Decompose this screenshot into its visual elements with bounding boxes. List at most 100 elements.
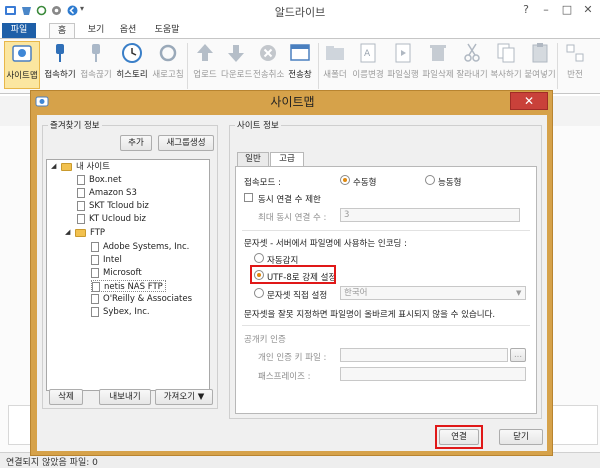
max-connections-input[interactable]: 3 [340, 208, 520, 222]
paste-button[interactable]: 붙여넣기 [524, 41, 556, 89]
public-key-section-label: 공개키 인증 [244, 335, 286, 345]
paste-button-label: 붙여넣기 [524, 70, 556, 80]
close-window-button[interactable]: ✕ [577, 2, 599, 18]
active-mode-label: 능동형 [438, 178, 462, 188]
tree-node-label: Sybex, Inc. [103, 307, 150, 317]
cut-button[interactable]: 잘라내기 [456, 41, 488, 89]
invert-selection-button-label: 반전 [567, 70, 583, 80]
tree-item-netis-nas-ftp[interactable]: netis NAS FTP [91, 280, 166, 292]
tree-item-intel[interactable]: Intel [91, 254, 122, 266]
tree-item-amazon-s3[interactable]: Amazon S3 [77, 187, 137, 199]
expand-toggle-icon[interactable]: ◢ [51, 162, 56, 170]
passive-mode-label: 수동형 [353, 178, 377, 188]
help-button[interactable]: ? [515, 2, 537, 18]
tree-node-label: Amazon S3 [89, 188, 137, 198]
copy-icon [497, 43, 515, 63]
close-dialog-button[interactable]: 닫기 [499, 429, 543, 445]
sitemap-icon [12, 45, 32, 62]
copy-button[interactable]: 복사하기 [490, 41, 522, 89]
auto-detect-radio[interactable] [254, 253, 264, 263]
site-icon [77, 200, 85, 211]
export-button[interactable]: 내보내기 [99, 389, 151, 405]
active-mode-radio[interactable] [425, 175, 435, 185]
dialog-title: 사이트맵 [270, 95, 315, 109]
delete-file-icon [430, 45, 446, 61]
download-button[interactable]: 다운로드 [221, 41, 252, 89]
transfer-window-button[interactable]: 전송창 [285, 41, 315, 89]
tab-options[interactable]: 옵션 [115, 23, 141, 38]
tree-node-label: O'Reilly & Associates [103, 294, 193, 304]
tab-view[interactable]: 보기 [83, 23, 109, 38]
tab-advanced[interactable]: 고급 [270, 152, 304, 167]
disconnect-plug-icon [92, 44, 100, 62]
charset-select[interactable]: 한국어 [340, 286, 526, 300]
tree-item-kt-ucloud[interactable]: KT Ucloud biz [77, 213, 146, 225]
invert-selection-button[interactable]: 반전 [560, 41, 590, 89]
delete-file-button[interactable]: 파일삭제 [421, 41, 455, 89]
add-button[interactable]: 추가 [120, 135, 152, 151]
cancel-transfer-button-label: 전송취소 [253, 70, 285, 80]
connection-limit-checkbox[interactable] [244, 193, 253, 202]
tree-item-box-net[interactable]: Box.net [77, 174, 121, 186]
site-icon [91, 306, 99, 317]
site-info-legend: 사이트 정보 [235, 119, 281, 131]
tab-file[interactable]: 파일 [2, 23, 36, 38]
disconnect-button[interactable]: 접속끊기 [78, 41, 114, 89]
maximize-button[interactable]: □ [556, 2, 578, 18]
tree-node-label: SKT Tcloud biz [89, 201, 149, 211]
upload-arrow-icon [197, 44, 213, 61]
run-file-button[interactable]: 파일실행 [386, 41, 420, 89]
upload-button[interactable]: 업로드 [189, 41, 221, 89]
refresh-button[interactable]: 새로고침 [150, 41, 186, 89]
tree-item-skt-tcloud[interactable]: SKT Tcloud biz [77, 200, 149, 212]
refresh-button-label: 새로고침 [152, 70, 184, 80]
refresh-icon [159, 44, 177, 62]
bookmark-tree[interactable]: ◢ 내 사이트 Box.net Amazon S3 SKT Tcloud biz… [46, 159, 210, 391]
connection-mode-label: 접속모드 : [244, 178, 281, 188]
private-key-file-input[interactable] [340, 348, 508, 362]
ribbon-separator [318, 43, 319, 89]
cut-button-label: 잘라내기 [456, 70, 488, 80]
sitemap-button-label: 사이트맵 [6, 71, 38, 81]
dialog-close-button[interactable]: ✕ [510, 92, 548, 110]
invert-selection-icon [566, 44, 584, 62]
tree-folder-my-sites[interactable]: 내 사이트 [61, 161, 110, 173]
cancel-transfer-icon [260, 45, 276, 61]
delete-button[interactable]: 삭제 [49, 389, 83, 405]
tree-node-label: FTP [90, 228, 106, 238]
max-connections-label: 최대 동시 연결 수 : [258, 213, 327, 223]
download-arrow-icon [228, 45, 244, 62]
scissors-icon [464, 43, 480, 62]
passphrase-input[interactable] [340, 367, 526, 381]
connect-button[interactable]: 접속하기 [42, 41, 78, 89]
tree-folder-ftp[interactable]: FTP [75, 227, 105, 239]
new-group-button[interactable]: 새그룹생성 [158, 135, 214, 151]
minimize-button[interactable]: – [535, 2, 557, 18]
folder-icon [75, 228, 86, 237]
passive-mode-radio[interactable] [340, 175, 350, 185]
ribbon-separator [557, 43, 558, 89]
browse-key-button[interactable]: ... [510, 348, 526, 362]
import-dropdown-button[interactable]: 가져오기 ▼ [155, 389, 213, 405]
charset-warning-text: 문자셋을 잘못 지정하면 파일명이 올바르게 표시되지 않을 수 있습니다. [244, 310, 496, 320]
cancel-transfer-button[interactable]: 전송취소 [253, 41, 285, 89]
history-button[interactable]: 히스토리 [114, 41, 150, 89]
tab-home[interactable]: 홈 [49, 23, 75, 38]
tab-help[interactable]: 도움말 [149, 23, 185, 38]
tree-item-sybex[interactable]: Sybex, Inc. [91, 306, 150, 318]
tree-node-label: Adobe Systems, Inc. [103, 242, 190, 252]
chevron-down-icon[interactable]: ▼ [516, 289, 521, 297]
tab-general[interactable]: 일반 [237, 152, 269, 166]
rename-button-label: 이름변경 [352, 70, 384, 80]
connect-highlight-box [435, 425, 483, 449]
transfer-window-button-label: 전송창 [288, 70, 312, 80]
new-folder-button[interactable]: 새폴더 [320, 41, 350, 89]
charset-section-label: 문자셋 - 서버에서 파일명에 사용하는 인코딩 : [244, 239, 407, 249]
sitemap-button[interactable]: 사이트맵 [4, 41, 40, 89]
tree-item-oreilly[interactable]: O'Reilly & Associates [91, 293, 192, 305]
expand-toggle-icon[interactable]: ◢ [65, 228, 70, 236]
manual-charset-radio[interactable] [254, 288, 264, 298]
tree-item-microsoft[interactable]: Microsoft [91, 267, 142, 279]
rename-button[interactable]: A 이름변경 [352, 41, 384, 89]
tree-item-adobe[interactable]: Adobe Systems, Inc. [91, 241, 189, 253]
